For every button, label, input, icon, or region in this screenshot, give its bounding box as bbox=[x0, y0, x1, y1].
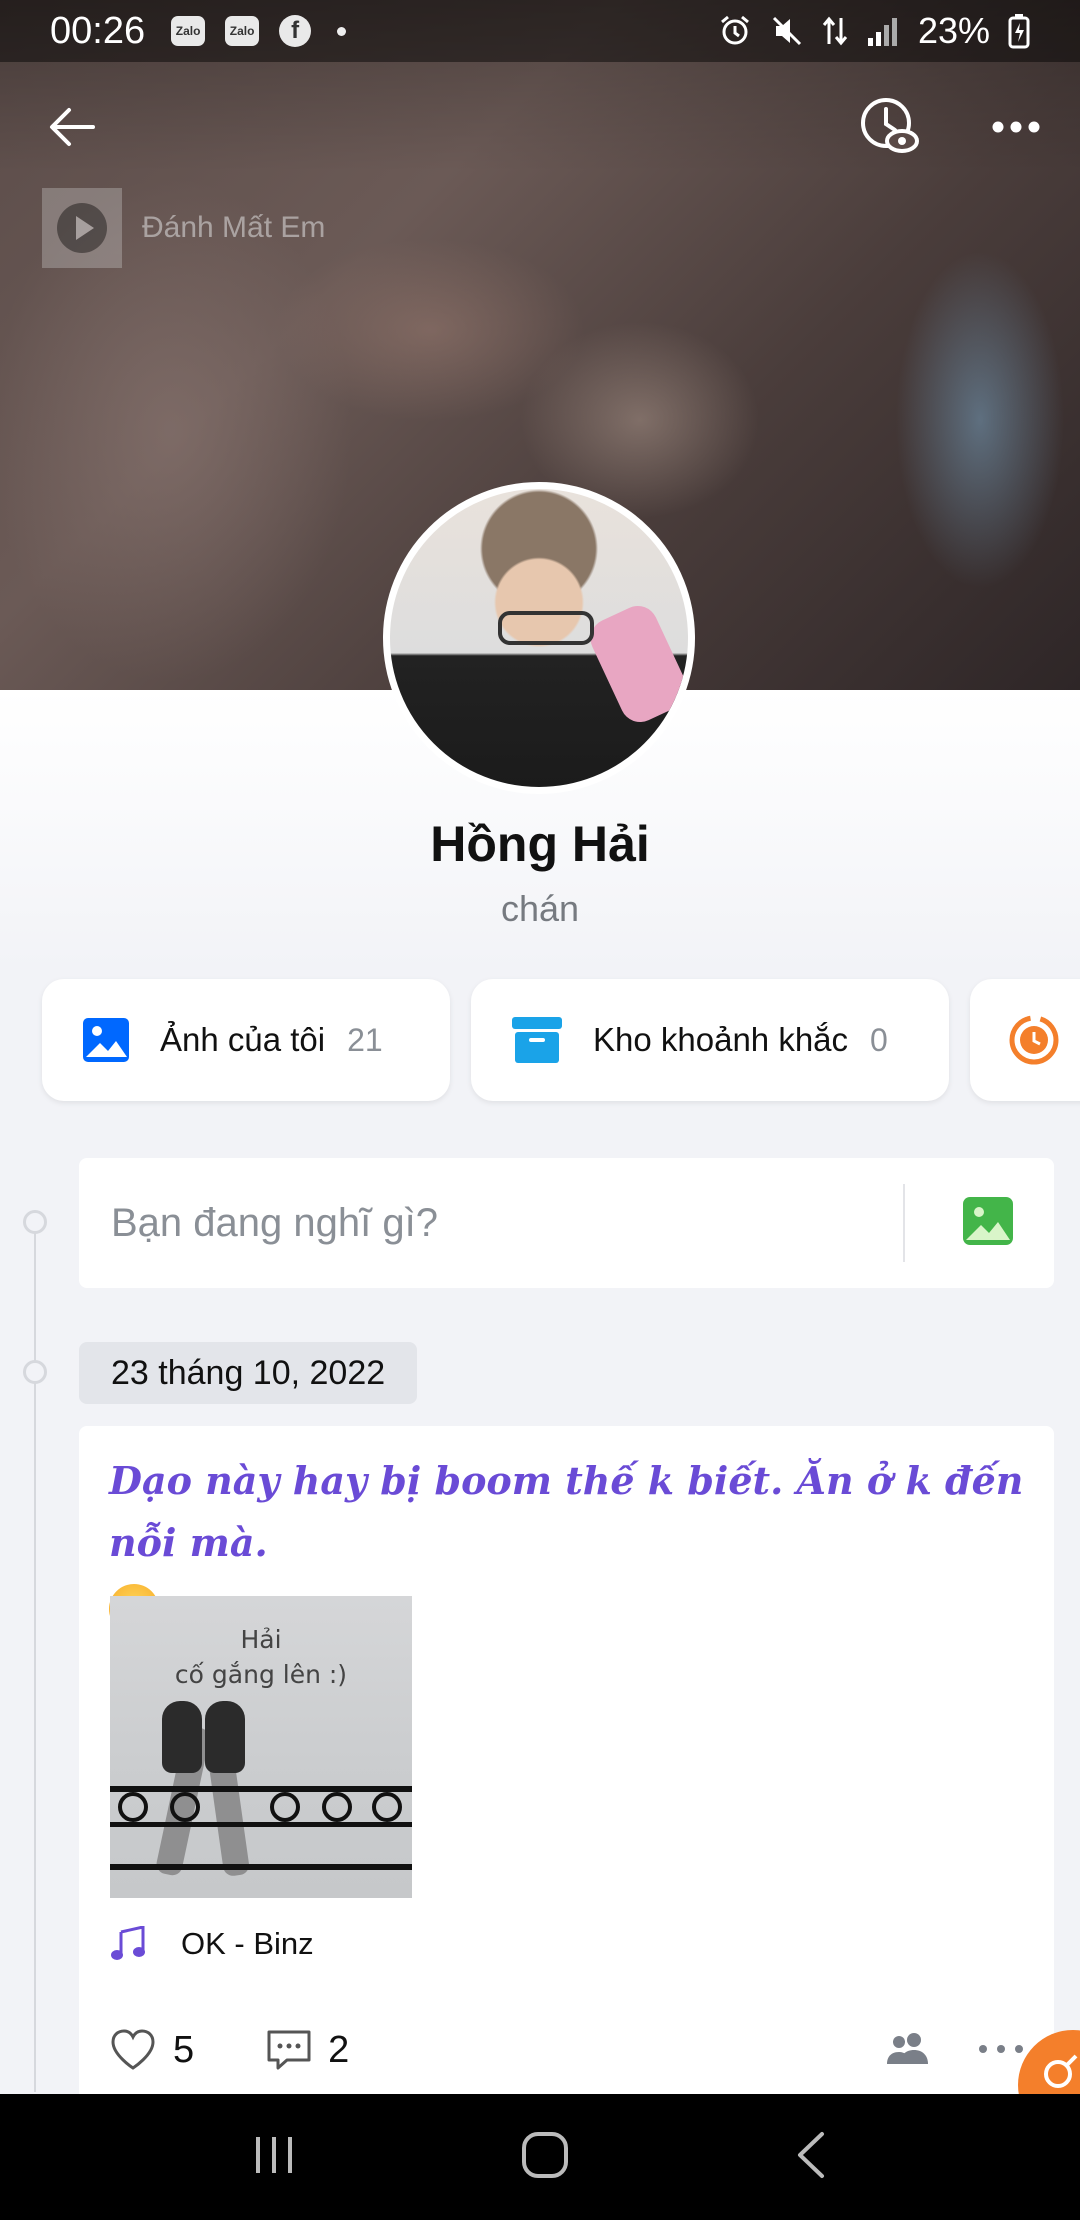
timeline-dot bbox=[23, 1360, 47, 1384]
photo-detail bbox=[110, 1864, 412, 1870]
like-button[interactable]: 5 bbox=[109, 2028, 194, 2072]
post-image-caption: Hải cố gắng lên :) bbox=[110, 1622, 412, 1692]
feed-post[interactable]: Dạo này hay bị boom thế k biết. Ăn ở k đ… bbox=[79, 1426, 1054, 2126]
post-actions: 5 2 bbox=[109, 2020, 1024, 2080]
profile-status[interactable]: chán bbox=[0, 888, 1080, 930]
status-composer[interactable]: Bạn đang nghĩ gì? bbox=[79, 1158, 1054, 1288]
caption-line-2: cố gắng lên :) bbox=[174, 1660, 348, 1689]
photo-detail bbox=[322, 1792, 352, 1822]
like-count: 5 bbox=[173, 2028, 195, 2071]
photo-detail bbox=[270, 1792, 300, 1822]
system-navigation-bar bbox=[0, 2094, 1080, 2220]
zalo-notification-icon: Zalo bbox=[171, 16, 206, 46]
photo-detail bbox=[110, 1822, 412, 1827]
more-notifications-dot bbox=[337, 26, 347, 36]
play-icon bbox=[57, 203, 107, 253]
home-icon bbox=[522, 2131, 568, 2178]
photo-detail bbox=[372, 1792, 402, 1822]
mute-icon bbox=[770, 14, 804, 48]
recent-apps-button[interactable] bbox=[252, 2133, 296, 2182]
timer-icon bbox=[1009, 1015, 1059, 1065]
photo-icon bbox=[963, 1197, 1013, 1245]
photo-detail bbox=[162, 1701, 202, 1773]
status-time: 00:26 bbox=[50, 9, 146, 52]
photo-detail bbox=[170, 1792, 200, 1822]
recent-apps-icon bbox=[256, 2136, 292, 2173]
back-button[interactable] bbox=[40, 95, 104, 159]
comment-count: 2 bbox=[328, 2028, 350, 2071]
status-left: 00:26 Zalo Zalo f bbox=[50, 9, 347, 53]
photo-detail bbox=[110, 1786, 412, 1792]
heart-icon bbox=[111, 2029, 155, 2070]
battery-charging-icon bbox=[1008, 13, 1030, 49]
timeline-date: 23 tháng 10, 2022 bbox=[79, 1342, 418, 1404]
post-music-title: OK - Binz bbox=[181, 1926, 314, 1961]
friends-icon bbox=[887, 2032, 928, 2064]
my-photos-card[interactable]: Ảnh của tôi 21 bbox=[42, 979, 450, 1101]
more-horizontal-icon bbox=[992, 121, 1040, 133]
comment-icon bbox=[267, 2030, 311, 2070]
more-options-button[interactable] bbox=[984, 95, 1048, 159]
zalo-notification-icon: Zalo bbox=[225, 16, 260, 46]
chevron-left-icon bbox=[798, 2131, 824, 2178]
comment-button[interactable]: 2 bbox=[266, 2028, 349, 2072]
arrow-left-icon bbox=[50, 108, 95, 146]
post-image[interactable]: Hải cố gắng lên :) bbox=[110, 1596, 412, 1898]
card-label: Kho khoảnh khắc bbox=[593, 1021, 849, 1058]
music-title: Đánh Mất Em bbox=[142, 211, 326, 244]
moments-storage-card[interactable]: Kho khoảnh khắc 0 bbox=[471, 979, 949, 1101]
post-music[interactable]: OK - Binz bbox=[109, 1926, 314, 1962]
timeline-line bbox=[34, 1222, 36, 2092]
add-photo-button[interactable] bbox=[962, 1196, 1014, 1251]
history-card[interactable] bbox=[970, 979, 1080, 1101]
status-bar: 00:26 Zalo Zalo f 23% bbox=[0, 0, 1080, 62]
post-text: Dạo này hay bị boom thế k biết. Ăn ở k đ… bbox=[109, 1458, 1024, 1565]
avatar-photo-detail bbox=[498, 611, 594, 645]
more-horizontal-icon bbox=[979, 2045, 1023, 2053]
image-icon bbox=[83, 1018, 129, 1062]
signal-icon bbox=[866, 14, 900, 48]
card-count: 21 bbox=[347, 1021, 383, 1058]
view-history-button[interactable] bbox=[858, 95, 922, 159]
clock-eye-icon bbox=[861, 98, 919, 153]
profile-music[interactable]: Đánh Mất Em bbox=[42, 188, 325, 268]
alarm-icon bbox=[718, 14, 752, 48]
avatar-photo-detail bbox=[584, 599, 688, 729]
profile-name: Hồng Hải bbox=[430, 816, 650, 872]
card-count: 0 bbox=[870, 1021, 888, 1058]
caption-line-1: Hải bbox=[240, 1625, 282, 1654]
archive-icon bbox=[512, 1017, 562, 1063]
battery-percent: 23% bbox=[917, 10, 990, 51]
status-right: 23% bbox=[718, 10, 1030, 52]
music-thumbnail bbox=[42, 188, 122, 268]
avatar[interactable] bbox=[383, 482, 695, 794]
photo-detail bbox=[118, 1792, 148, 1822]
card-label: Ảnh của tôi bbox=[160, 1021, 326, 1058]
composer-divider bbox=[903, 1184, 905, 1262]
music-note-icon bbox=[111, 1926, 145, 1960]
post-more-button[interactable] bbox=[978, 2041, 1024, 2059]
composer-placeholder: Bạn đang nghĩ gì? bbox=[111, 1200, 438, 1245]
timeline-dot bbox=[23, 1210, 47, 1234]
data-transfer-icon bbox=[822, 14, 848, 48]
home-button[interactable] bbox=[520, 2130, 570, 2185]
privacy-button[interactable] bbox=[886, 2031, 930, 2070]
photo-detail bbox=[205, 1701, 245, 1773]
system-back-button[interactable] bbox=[794, 2130, 828, 2185]
facebook-notification-icon: f bbox=[279, 15, 312, 47]
